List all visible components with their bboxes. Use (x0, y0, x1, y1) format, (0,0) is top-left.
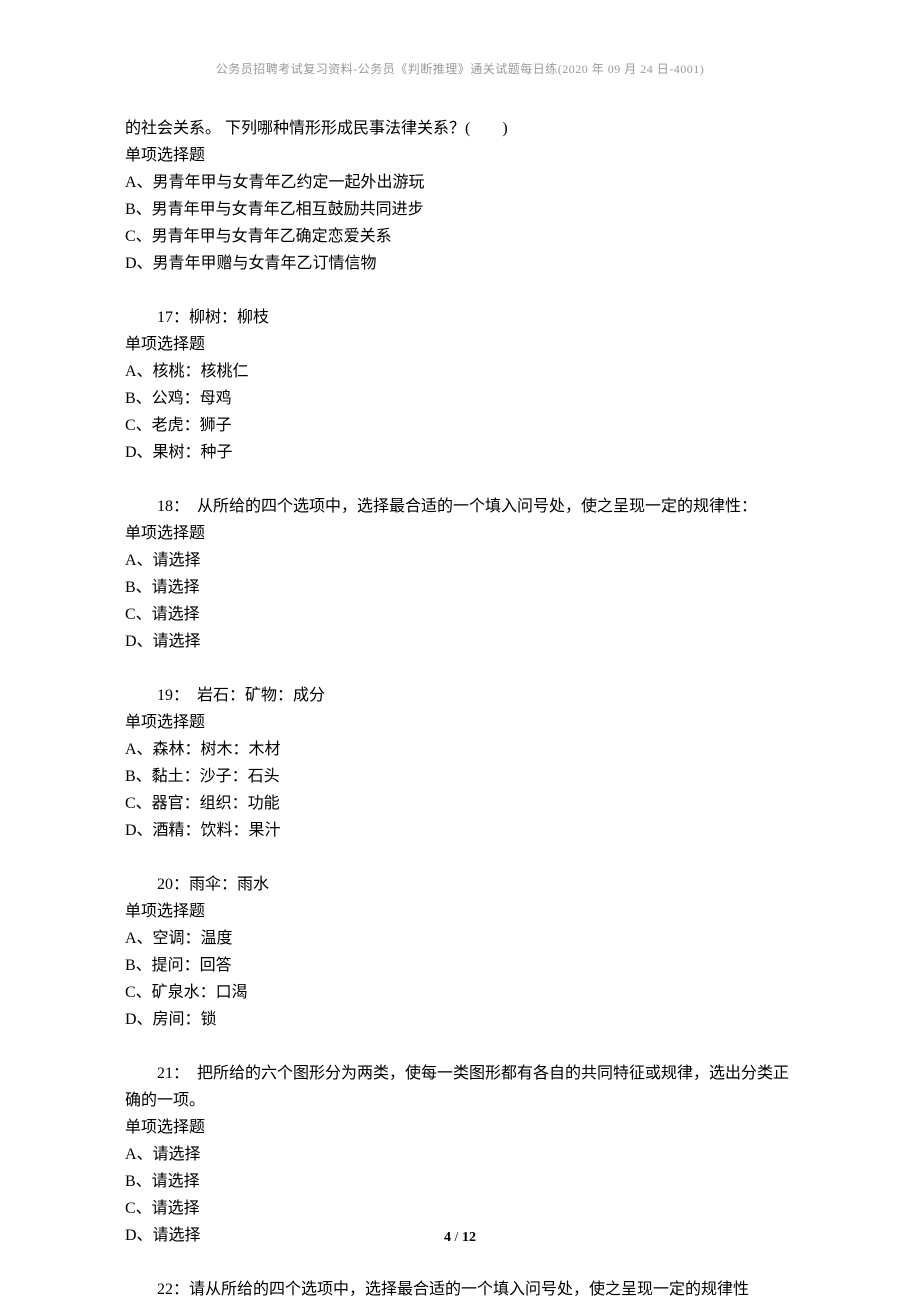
question-17-option-d[interactable]: D、果树：种子 (125, 439, 795, 466)
question-16-option-a[interactable]: A、男青年甲与女青年乙约定一起外出游玩 (125, 169, 795, 196)
question-17-option-a[interactable]: A、核桃：核桃仁 (125, 358, 795, 385)
page: 公务员招聘考试复习资料-公务员《判断推理》通关试题每日练(2020 年 09 月… (0, 0, 920, 1302)
question-22: 22：请从所给的四个选项中，选择最合适的一个填入问号处，使之呈现一定的规律性 (125, 1276, 795, 1303)
question-17-option-b[interactable]: B、公鸡：母鸡 (125, 385, 795, 412)
question-19-option-b[interactable]: B、黏土：沙子：石头 (125, 763, 795, 790)
question-18-option-b[interactable]: B、请选择 (125, 574, 795, 601)
page-number-current: 4 (444, 1230, 451, 1245)
question-21: 21： 把所给的六个图形分为两类，使每一类图形都有各自的共同特征或规律，选出分类… (125, 1060, 795, 1249)
question-20-option-d[interactable]: D、房间：锁 (125, 1006, 795, 1033)
question-19-option-d[interactable]: D、酒精：饮料：果汁 (125, 817, 795, 844)
question-17-option-c[interactable]: C、老虎：狮子 (125, 412, 795, 439)
question-18-option-d[interactable]: D、请选择 (125, 628, 795, 655)
page-number-sep: / (451, 1230, 462, 1245)
question-16-type: 单项选择题 (125, 142, 795, 169)
page-footer: 4 / 12 (0, 1230, 920, 1246)
question-16-stem-cont: 的社会关系。 下列哪种情形形成民事法律关系？( ) (125, 115, 795, 142)
question-19-option-c[interactable]: C、器官：组织：功能 (125, 790, 795, 817)
question-21-option-a[interactable]: A、请选择 (125, 1141, 795, 1168)
question-17: 17：柳树：柳枝 单项选择题 A、核桃：核桃仁 B、公鸡：母鸡 C、老虎：狮子 … (125, 304, 795, 466)
question-16: 的社会关系。 下列哪种情形形成民事法律关系？( ) 单项选择题 A、男青年甲与女… (125, 115, 795, 277)
question-21-option-c[interactable]: C、请选择 (125, 1195, 795, 1222)
question-21-stem: 21： 把所给的六个图形分为两类，使每一类图形都有各自的共同特征或规律，选出分类… (125, 1060, 795, 1114)
page-header: 公务员招聘考试复习资料-公务员《判断推理》通关试题每日练(2020 年 09 月… (125, 60, 795, 77)
question-20-option-b[interactable]: B、提问：回答 (125, 952, 795, 979)
question-18-type: 单项选择题 (125, 520, 795, 547)
question-21-type: 单项选择题 (125, 1114, 795, 1141)
question-20-option-a[interactable]: A、空调：温度 (125, 925, 795, 952)
question-22-stem: 22：请从所给的四个选项中，选择最合适的一个填入问号处，使之呈现一定的规律性 (125, 1276, 795, 1303)
question-19-stem: 19： 岩石：矿物：成分 (125, 682, 795, 709)
question-18: 18： 从所给的四个选项中，选择最合适的一个填入问号处，使之呈现一定的规律性： … (125, 493, 795, 655)
question-19: 19： 岩石：矿物：成分 单项选择题 A、森林：树木：木材 B、黏土：沙子：石头… (125, 682, 795, 844)
question-17-type: 单项选择题 (125, 331, 795, 358)
question-16-option-b[interactable]: B、男青年甲与女青年乙相互鼓励共同进步 (125, 196, 795, 223)
question-20-type: 单项选择题 (125, 898, 795, 925)
question-17-stem: 17：柳树：柳枝 (125, 304, 795, 331)
question-18-option-c[interactable]: C、请选择 (125, 601, 795, 628)
question-19-type: 单项选择题 (125, 709, 795, 736)
question-18-stem: 18： 从所给的四个选项中，选择最合适的一个填入问号处，使之呈现一定的规律性： (125, 493, 795, 520)
question-16-option-c[interactable]: C、男青年甲与女青年乙确定恋爱关系 (125, 223, 795, 250)
page-content: 的社会关系。 下列哪种情形形成民事法律关系？( ) 单项选择题 A、男青年甲与女… (125, 115, 795, 1303)
question-16-option-d[interactable]: D、男青年甲赠与女青年乙订情信物 (125, 250, 795, 277)
question-19-option-a[interactable]: A、森林：树木：木材 (125, 736, 795, 763)
question-20-option-c[interactable]: C、矿泉水：口渴 (125, 979, 795, 1006)
question-20: 20：雨伞：雨水 单项选择题 A、空调：温度 B、提问：回答 C、矿泉水：口渴 … (125, 871, 795, 1033)
question-18-option-a[interactable]: A、请选择 (125, 547, 795, 574)
page-number-total: 12 (462, 1230, 476, 1245)
question-21-option-b[interactable]: B、请选择 (125, 1168, 795, 1195)
question-20-stem: 20：雨伞：雨水 (125, 871, 795, 898)
